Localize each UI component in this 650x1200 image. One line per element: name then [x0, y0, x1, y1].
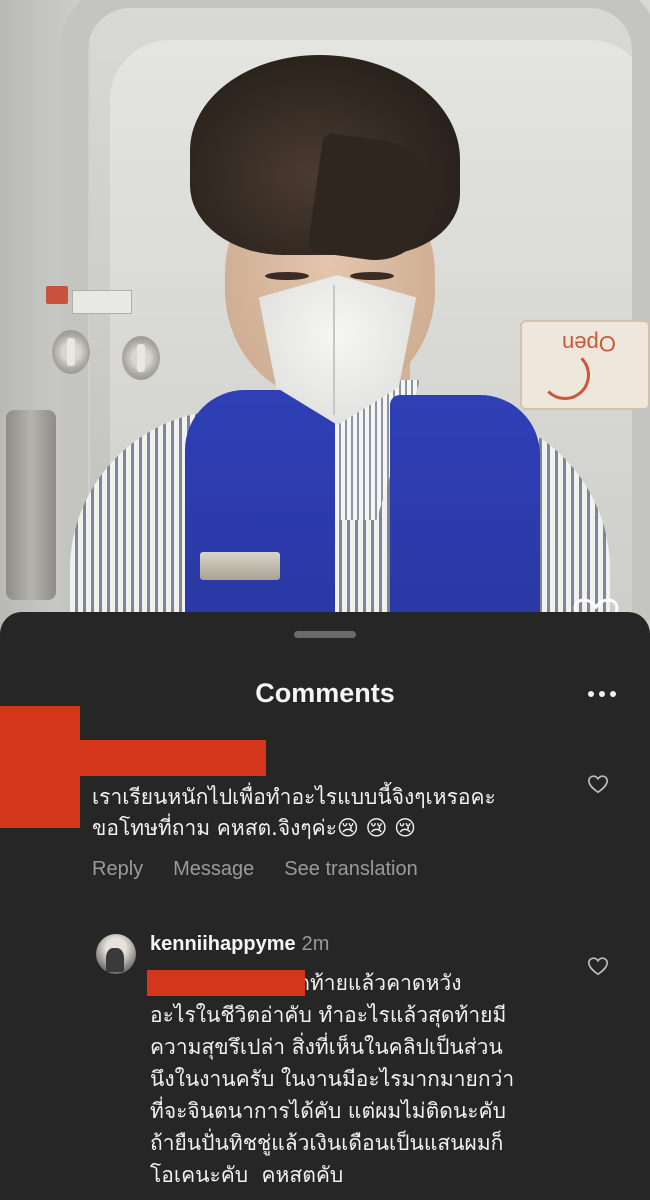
- eye: [350, 272, 394, 280]
- like-heart-icon[interactable]: [587, 955, 609, 977]
- reply-line: อะไรในชีวิตอ่าคับ ทำอะไรแล้วสุดท้ายมี: [150, 1003, 507, 1027]
- reply-timestamp: 2m: [301, 933, 330, 955]
- redacted-avatar: [0, 706, 80, 828]
- reply-line: ถ้ายืนปั่นทิชชู่แล้วเงินเดือนเป็นแสนผมก็: [150, 1131, 504, 1155]
- vest-right: [390, 395, 540, 640]
- sheet-title: Comments: [255, 678, 395, 708]
- comment-line: เราเรียนหนักไปเพื่อทำอะไรแบบนี้จิงๆเหรอค…: [92, 785, 496, 809]
- eye: [265, 272, 309, 280]
- reply-line: ความสุขรึเปล่า สิ่งที่เห็นในคลิปเป็นส่วน: [150, 1035, 503, 1059]
- drag-handle[interactable]: [294, 631, 356, 638]
- more-options-icon[interactable]: [586, 680, 618, 708]
- comment-actions: Reply Message See translation: [92, 858, 418, 881]
- see-translation-button[interactable]: See translation: [284, 858, 417, 881]
- like-heart-icon[interactable]: [587, 773, 609, 795]
- reply-body: สุดท้ายแล้วคาดหวัง อะไรในชีวิตอ่าคับ ทำอะ…: [150, 967, 514, 1191]
- hanging-cloth: [6, 410, 56, 600]
- message-button[interactable]: Message: [173, 858, 254, 881]
- reply-line: ที่จะจินตนาการได้คับ แต่ผมไม่ติดนะคับ: [150, 1099, 506, 1123]
- reply-line: โอเคนะคับ คหสตคับ: [150, 1163, 344, 1187]
- video-frame[interactable]: Open: [0, 0, 650, 640]
- mask-fold: [333, 285, 335, 415]
- comment-body: เราเรียนหนักไปเพื่อทำอะไรแบบนี้จิงๆเหรอค…: [92, 782, 496, 844]
- redacted-mention: [147, 970, 305, 996]
- flight-attendant: [60, 50, 620, 640]
- reply-header: kenniihappyme 2m: [150, 933, 329, 956]
- comment-line: ขอโทษที่ถาม คหสต.จิงๆค่ะ😢 😢 😢: [92, 816, 417, 840]
- redacted-username: [80, 740, 266, 776]
- avatar[interactable]: [96, 934, 136, 974]
- name-badge: [200, 552, 280, 580]
- reply-line: นึงในงานครับ ในงานมีอะไรมากมายกว่า: [150, 1067, 515, 1091]
- reply-username[interactable]: kenniihappyme: [150, 933, 296, 955]
- vest-left: [185, 390, 335, 640]
- reply-button[interactable]: Reply: [92, 858, 143, 881]
